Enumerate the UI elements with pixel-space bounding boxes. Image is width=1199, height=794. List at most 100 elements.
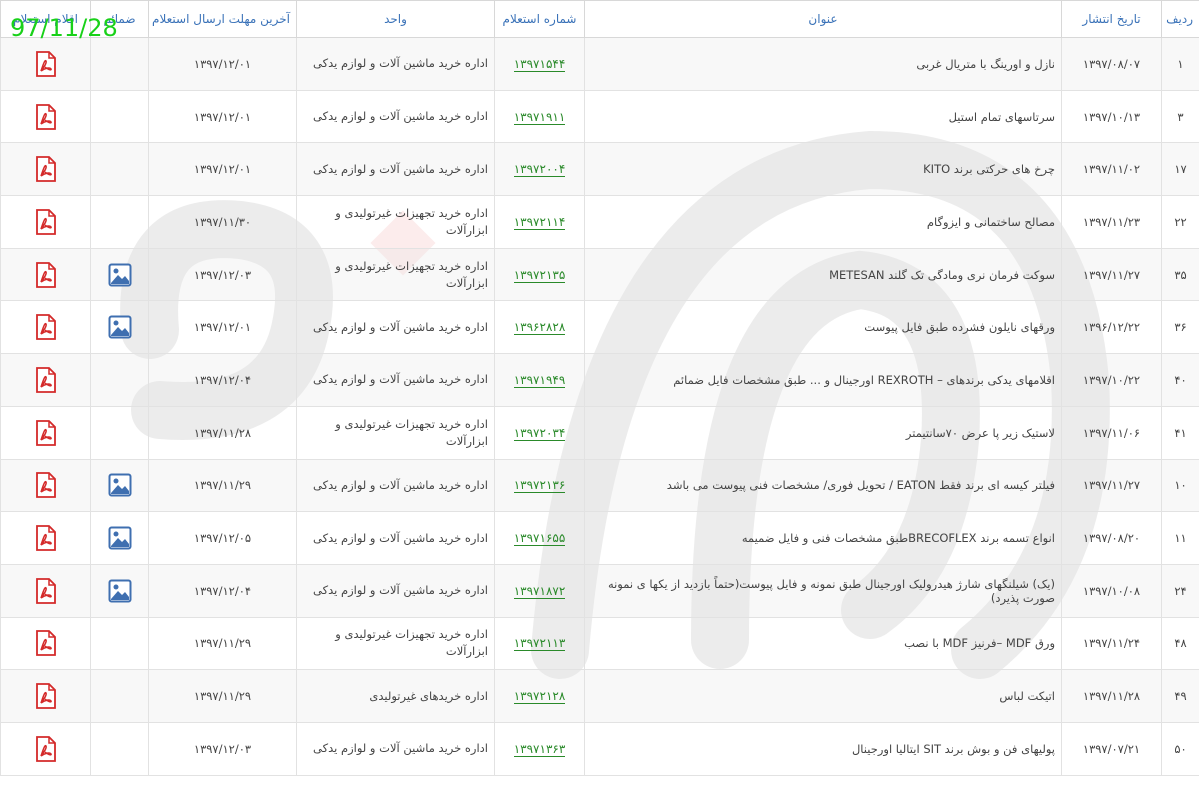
items-cell bbox=[0, 511, 91, 565]
col-header-row[interactable]: ردیف bbox=[1161, 0, 1199, 38]
unit: اداره خرید ماشین آلات و لوازم یدکی bbox=[296, 300, 495, 355]
pdf-icon[interactable] bbox=[35, 630, 57, 657]
deadline: ۱۳۹۷/۱۲/۰۱ bbox=[148, 37, 297, 91]
publish-date: ۱۳۹۷/۰۸/۰۷ bbox=[1061, 37, 1162, 91]
inquiry-number-link[interactable]: ۱۳۹۷۲۰۰۴ bbox=[513, 162, 566, 178]
image-file-icon[interactable] bbox=[108, 526, 132, 550]
inquiries-table: ردیف تاریخ انتشار عنوان شماره استعلام وا… bbox=[0, 0, 1199, 776]
pdf-icon[interactable] bbox=[35, 314, 57, 341]
items-cell bbox=[0, 616, 91, 671]
row-index: ۲۲ bbox=[1161, 195, 1199, 249]
unit: اداره خرید ماشین آلات و لوازم یدکی bbox=[296, 458, 495, 513]
attachment-cell bbox=[90, 142, 149, 197]
inquiry-title: اقلامهای یدکی برندهای – REXROTH اورجینال… bbox=[584, 353, 1062, 407]
publish-date: ۱۳۹۶/۱۲/۲۲ bbox=[1061, 300, 1162, 355]
inquiry-number-link[interactable]: ۱۳۹۷۲۱۳۶ bbox=[513, 478, 566, 494]
unit: اداره خرید ماشین آلات و لوازم یدکی bbox=[296, 511, 495, 565]
publish-date: ۱۳۹۷/۱۱/۲۸ bbox=[1061, 669, 1162, 723]
pdf-icon[interactable] bbox=[35, 367, 57, 393]
pdf-icon[interactable] bbox=[35, 525, 57, 551]
deadline: ۱۳۹۷/۱۱/۲۹ bbox=[148, 616, 297, 671]
deadline: ۱۳۹۷/۱۲/۰۴ bbox=[148, 353, 297, 407]
pdf-icon[interactable] bbox=[35, 156, 57, 183]
publish-date: ۱۳۹۷/۱۱/۲۷ bbox=[1061, 247, 1162, 302]
inquiry-title: (یک) شیلنگهای شارژ هیدرولیک اورجینال طبق… bbox=[584, 563, 1062, 618]
inquiry-number-link[interactable]: ۱۳۹۷۲۱۱۳ bbox=[513, 636, 566, 652]
image-file-icon[interactable] bbox=[108, 315, 132, 339]
pdf-icon[interactable] bbox=[35, 683, 57, 709]
attachment-cell bbox=[90, 353, 149, 407]
items-cell bbox=[0, 247, 91, 302]
image-file-icon[interactable] bbox=[108, 579, 132, 603]
inquiry-title: ورقهای نایلون فشرده طبق فایل پیوست bbox=[584, 300, 1062, 355]
unit: اداره خرید ماشین آلات و لوازم یدکی bbox=[296, 89, 495, 144]
publish-date: ۱۳۹۷/۱۱/۲۴ bbox=[1061, 616, 1162, 671]
col-header-number[interactable]: شماره استعلام bbox=[494, 0, 585, 38]
col-header-title[interactable]: عنوان bbox=[584, 0, 1062, 38]
image-file-icon[interactable] bbox=[108, 473, 132, 497]
publish-date: ۱۳۹۷/۱۱/۲۷ bbox=[1061, 458, 1162, 513]
pdf-icon[interactable] bbox=[35, 103, 57, 130]
table-row: ۱۷ ۱۳۹۷/۱۱/۰۲ چرخ های حرکتی برند KITO ۱۳… bbox=[0, 142, 1199, 197]
inquiry-number-link[interactable]: ۱۳۹۷۱۹۱۱ bbox=[513, 109, 566, 125]
date-stamp: 97/11/28 bbox=[10, 14, 118, 42]
table-row: ۵۰ ۱۳۹۷/۰۷/۲۱ پولیهای فن و بوش برند SIT … bbox=[0, 721, 1199, 776]
deadline: ۱۳۹۷/۱۱/۳۰ bbox=[148, 195, 297, 249]
inquiry-title: اتیکت لباس bbox=[584, 669, 1062, 723]
table-row: ۴۱ ۱۳۹۷/۱۱/۰۶ لاستیک زیر پا عرض ۷۰سانتیم… bbox=[0, 405, 1199, 460]
inquiry-number-cell: ۱۳۹۷۲۰۰۴ bbox=[494, 142, 585, 197]
row-index: ۳۵ bbox=[1161, 247, 1199, 302]
col-header-deadline[interactable]: آخرین مهلت ارسال استعلام bbox=[148, 0, 297, 38]
publish-date: ۱۳۹۷/۱۱/۰۶ bbox=[1061, 405, 1162, 460]
inquiry-number-link[interactable]: ۱۳۹۷۲۱۳۵ bbox=[513, 267, 566, 283]
inquiry-number-link[interactable]: ۱۳۹۷۲۱۱۴ bbox=[513, 214, 566, 230]
attachment-cell bbox=[90, 458, 149, 513]
pdf-icon[interactable] bbox=[35, 209, 57, 235]
inquiry-number-link[interactable]: ۱۳۹۷۱۹۴۹ bbox=[513, 372, 566, 388]
pdf-icon[interactable] bbox=[35, 577, 57, 604]
items-cell bbox=[0, 669, 91, 723]
row-index: ۴۸ bbox=[1161, 616, 1199, 671]
inquiry-number-link[interactable]: ۱۳۹۷۱۶۵۵ bbox=[513, 531, 566, 547]
deadline: ۱۳۹۷/۱۱/۲۹ bbox=[148, 669, 297, 723]
deadline: ۱۳۹۷/۱۱/۲۹ bbox=[148, 458, 297, 513]
inquiry-number-link[interactable]: ۱۳۹۷۲۱۲۸ bbox=[513, 689, 566, 705]
inquiry-number-link[interactable]: ۱۳۹۷۱۸۷۲ bbox=[513, 583, 566, 599]
pdf-icon[interactable] bbox=[35, 472, 57, 499]
inquiry-number-link[interactable]: ۱۳۹۷۲۰۳۴ bbox=[513, 425, 566, 441]
col-header-unit[interactable]: واحد bbox=[296, 0, 495, 38]
row-index: ۱۱ bbox=[1161, 511, 1199, 565]
inquiry-number-link[interactable]: ۱۳۹۶۲۸۲۸ bbox=[513, 320, 566, 336]
inquiry-title: ورق MDF –فرنیز MDF با نصب bbox=[584, 616, 1062, 671]
inquiry-number-cell: ۱۳۹۶۲۸۲۸ bbox=[494, 300, 585, 355]
pdf-icon[interactable] bbox=[35, 419, 57, 446]
row-index: ۵۰ bbox=[1161, 721, 1199, 776]
items-cell bbox=[0, 458, 91, 513]
inquiry-number-cell: ۱۳۹۷۱۹۴۹ bbox=[494, 353, 585, 407]
deadline: ۱۳۹۷/۱۲/۰۴ bbox=[148, 563, 297, 618]
pdf-icon[interactable] bbox=[35, 261, 57, 288]
row-index: ۴۰ bbox=[1161, 353, 1199, 407]
items-cell bbox=[0, 142, 91, 197]
image-file-icon[interactable] bbox=[108, 263, 132, 287]
publish-date: ۱۳۹۷/۱۱/۰۲ bbox=[1061, 142, 1162, 197]
row-index: ۱۷ bbox=[1161, 142, 1199, 197]
inquiry-title: لاستیک زیر پا عرض ۷۰سانتیمتر bbox=[584, 405, 1062, 460]
table-row: ۱ ۱۳۹۷/۰۸/۰۷ نازل و اورینگ با متریال غرب… bbox=[0, 37, 1199, 91]
table-row: ۴۸ ۱۳۹۷/۱۱/۲۴ ورق MDF –فرنیز MDF با نصب … bbox=[0, 616, 1199, 671]
unit: اداره خرید ماشین آلات و لوازم یدکی bbox=[296, 563, 495, 618]
inquiry-number-link[interactable]: ۱۳۹۷۱۵۴۴ bbox=[513, 56, 566, 72]
row-index: ۳۶ bbox=[1161, 300, 1199, 355]
publish-date: ۱۳۹۷/۰۸/۲۰ bbox=[1061, 511, 1162, 565]
inquiry-number-cell: ۱۳۹۷۱۵۴۴ bbox=[494, 37, 585, 91]
deadline: ۱۳۹۷/۱۲/۰۳ bbox=[148, 721, 297, 776]
inquiry-number-link[interactable]: ۱۳۹۷۱۳۶۳ bbox=[513, 741, 566, 757]
items-cell bbox=[0, 300, 91, 355]
attachment-cell bbox=[90, 37, 149, 91]
table-row: ۲۴ ۱۳۹۷/۱۰/۰۸ (یک) شیلنگهای شارژ هیدرولی… bbox=[0, 563, 1199, 618]
pdf-icon[interactable] bbox=[35, 735, 57, 762]
inquiry-number-cell: ۱۳۹۷۲۱۱۴ bbox=[494, 195, 585, 249]
pdf-icon[interactable] bbox=[35, 50, 57, 77]
col-header-date[interactable]: تاریخ انتشار bbox=[1061, 0, 1162, 38]
deadline: ۱۳۹۷/۱۲/۰۳ bbox=[148, 247, 297, 302]
